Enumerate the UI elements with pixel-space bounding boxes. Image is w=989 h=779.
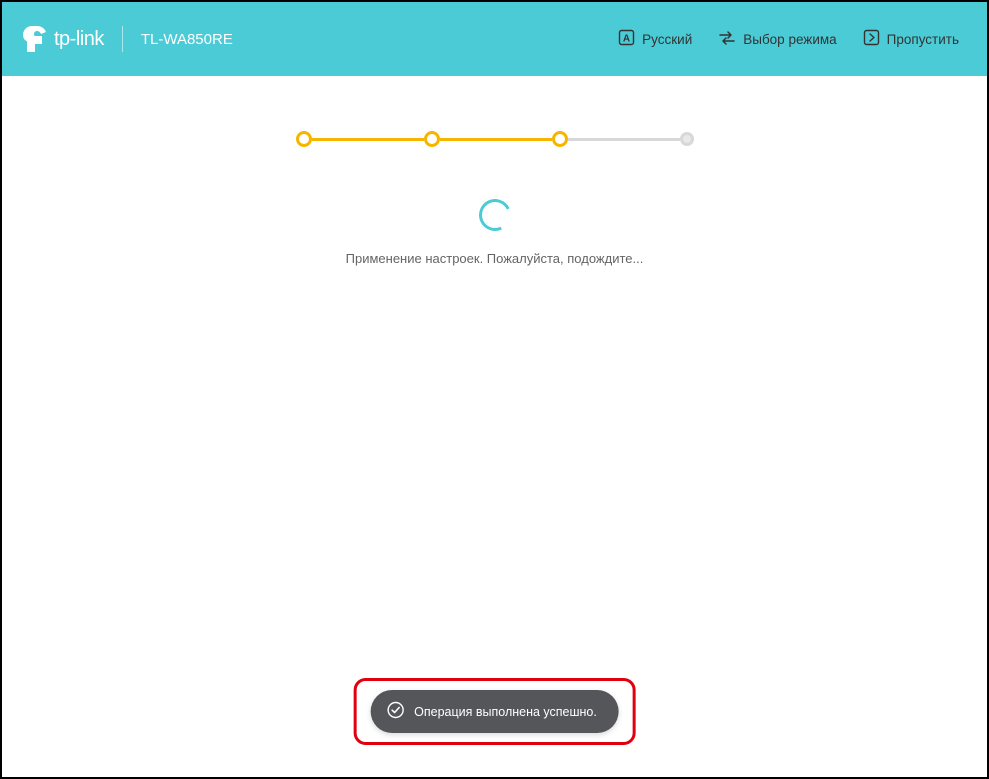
loading-spinner-wrap: [2, 199, 987, 231]
header-divider: [122, 26, 123, 52]
brand-logo: tp-link: [20, 24, 104, 54]
app-header: tp-link TL-WA850RE A Русский Выбор режим…: [2, 2, 987, 76]
success-toast: Операция выполнена успешно.: [370, 690, 619, 733]
device-model: TL-WA850RE: [141, 31, 233, 48]
swap-icon: [718, 30, 736, 49]
status-message: Применение настроек. Пожалуйста, подожди…: [2, 251, 987, 266]
progress-stepper: [2, 76, 987, 147]
header-left: tp-link TL-WA850RE: [20, 24, 233, 54]
toast-message: Операция выполнена успешно.: [414, 705, 597, 719]
mode-label: Выбор режима: [743, 32, 836, 47]
svg-text:A: A: [623, 34, 630, 45]
toast-highlight-border: Операция выполнена успешно.: [353, 678, 636, 745]
header-right-nav: A Русский Выбор режима Пропустить: [618, 29, 959, 49]
progress-step-2: [424, 131, 440, 147]
check-circle-icon: [386, 701, 404, 722]
language-label: Русский: [642, 32, 692, 47]
skip-icon: [863, 29, 880, 49]
progress-line-3: [568, 138, 680, 141]
loading-spinner-icon: [474, 194, 515, 235]
skip-label: Пропустить: [887, 32, 959, 47]
toast-container: Операция выполнена успешно.: [353, 678, 636, 745]
progress-step-3: [552, 131, 568, 147]
progress-line-2: [440, 138, 552, 141]
brand-name: tp-link: [54, 28, 104, 51]
language-selector[interactable]: A Русский: [618, 29, 692, 49]
main-content: Применение настроек. Пожалуйста, подожди…: [2, 76, 987, 777]
progress-step-4: [680, 132, 694, 146]
skip-button[interactable]: Пропустить: [863, 29, 959, 49]
mode-selector[interactable]: Выбор режима: [718, 30, 836, 49]
tp-link-logo-icon: [20, 24, 48, 54]
progress-line-1: [312, 138, 424, 141]
language-icon: A: [618, 29, 635, 49]
progress-step-1: [296, 131, 312, 147]
